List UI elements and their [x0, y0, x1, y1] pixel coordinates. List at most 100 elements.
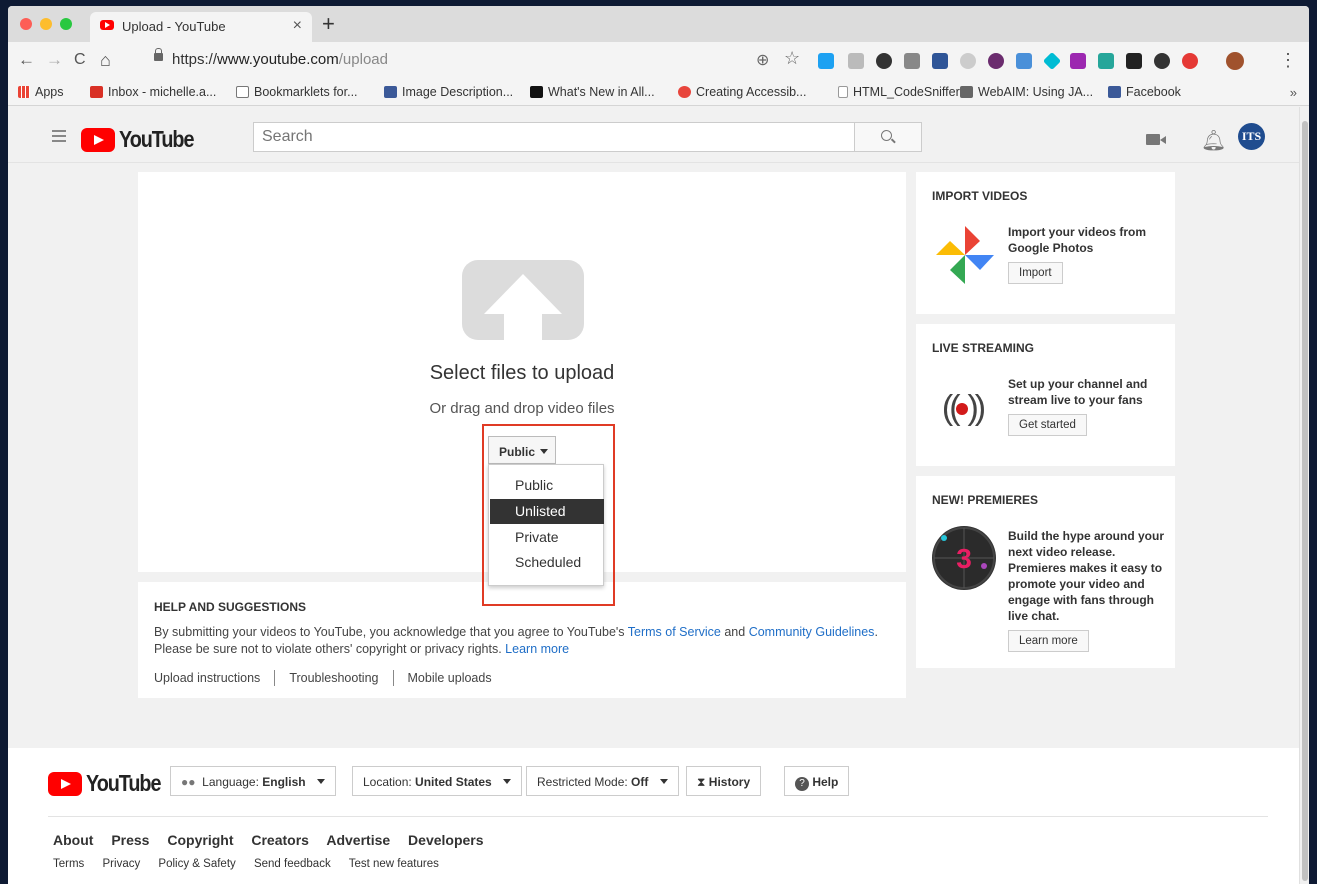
learn-more-button[interactable]: Learn more — [1008, 630, 1089, 652]
document-icon — [838, 86, 848, 98]
bookmark-item[interactable]: Facebook — [1108, 85, 1181, 99]
restricted-mode-button[interactable]: Restricted Mode: Off — [526, 766, 680, 796]
bookmark-item[interactable]: WebAIM: Using JA... — [960, 85, 1093, 99]
folder-icon — [236, 86, 249, 98]
browser-window: Upload - YouTube × + ← → C ⌂ https://www… — [8, 6, 1309, 884]
back-button[interactable]: ← — [18, 50, 35, 70]
caret-down-icon — [660, 779, 669, 784]
extension-red-circle-icon[interactable] — [1182, 53, 1198, 69]
send-feedback-link[interactable]: Send feedback — [254, 858, 331, 870]
bookmark-item[interactable]: Apps — [18, 85, 64, 99]
youtube-favicon-icon — [100, 20, 114, 30]
extension-h-icon[interactable] — [848, 53, 864, 69]
browser-menu-icon[interactable]: ⋮ — [1279, 50, 1297, 71]
extension-circle-icon[interactable] — [960, 53, 976, 69]
extension-screen-icon[interactable] — [904, 53, 920, 69]
test-new-features-link[interactable]: Test new features — [349, 858, 439, 870]
minimize-window-button[interactable] — [40, 18, 52, 30]
community-guidelines-link[interactable]: Community Guidelines — [749, 625, 875, 639]
import-button[interactable]: Import — [1008, 262, 1063, 284]
location-selector-button[interactable]: Location: United States — [352, 766, 523, 796]
premieres-card: NEW! PREMIERES 3 Build the hype around y… — [916, 476, 1175, 668]
troubleshooting-link[interactable]: Troubleshooting — [289, 671, 378, 685]
about-link[interactable]: About — [53, 832, 93, 848]
home-button[interactable]: ⌂ — [100, 50, 111, 70]
profile-avatar-icon[interactable] — [1226, 52, 1244, 70]
close-window-button[interactable] — [20, 18, 32, 30]
bookmark-item[interactable]: Image Description... — [384, 85, 513, 99]
bookmark-item[interactable]: Creating Accessib... — [678, 85, 806, 99]
search-field[interactable] — [253, 122, 855, 152]
learn-more-link[interactable]: Learn more — [505, 642, 569, 656]
svg-text:3: 3 — [956, 543, 972, 574]
language-selector-button[interactable]: ●● Language: English — [170, 766, 337, 796]
creators-link[interactable]: Creators — [251, 832, 309, 848]
import-videos-card: IMPORT VIDEOS Import your videos from Go… — [916, 172, 1175, 314]
policy-safety-link[interactable]: Policy & Safety — [158, 858, 235, 870]
copyright-link[interactable]: Copyright — [167, 832, 233, 848]
privacy-link[interactable]: Privacy — [103, 858, 141, 870]
bookmarks-overflow-icon[interactable]: » — [1290, 85, 1297, 100]
tab-close-icon[interactable]: × — [293, 17, 302, 35]
search-icon — [881, 130, 892, 141]
extension-dark-icon[interactable] — [1126, 53, 1142, 69]
scrollbar-thumb[interactable] — [1302, 121, 1308, 881]
press-link[interactable]: Press — [111, 832, 149, 848]
get-started-button[interactable]: Get started — [1008, 414, 1087, 436]
bookmark-item[interactable]: Inbox - michelle.a... — [90, 85, 216, 99]
search-button[interactable] — [854, 122, 922, 152]
search-input[interactable] — [254, 123, 854, 151]
address-bar[interactable]: https://www.youtube.com/upload ⊕ ☆ — [148, 47, 808, 73]
footer: YouTube ●● Language: English Location: U… — [8, 748, 1309, 884]
extension-w-icon[interactable] — [988, 53, 1004, 69]
image-description-icon — [384, 86, 397, 98]
upload-instructions-link[interactable]: Upload instructions — [154, 671, 260, 685]
developers-link[interactable]: Developers — [408, 832, 483, 848]
reload-button[interactable]: C — [74, 50, 86, 70]
facebook-icon — [1108, 86, 1121, 98]
account-avatar[interactable]: ITS — [1238, 123, 1265, 150]
youtube-play-icon — [48, 772, 82, 796]
extension-s-icon[interactable] — [818, 53, 834, 69]
youtube-play-icon — [81, 128, 115, 152]
blackboard-icon — [530, 86, 543, 98]
history-button[interactable]: ⧗ History — [686, 766, 762, 796]
advertise-link[interactable]: Advertise — [326, 832, 390, 848]
premiere-countdown-icon: 3 — [932, 526, 996, 590]
forward-button[interactable]: → — [46, 50, 63, 70]
zoom-icon[interactable]: ⊕ — [756, 50, 769, 70]
hourglass-icon: ⧗ — [697, 775, 706, 789]
bookmark-star-icon[interactable]: ☆ — [784, 48, 800, 69]
bookmark-item[interactable]: HTML_CodeSniffer — [838, 85, 960, 99]
help-links: Upload instructions Troubleshooting Mobile… — [154, 670, 492, 686]
extension-glasses-icon[interactable] — [876, 53, 892, 69]
premieres-title: NEW! PREMIERES — [932, 493, 1039, 507]
tab-strip: Upload - YouTube × + — [8, 6, 1309, 42]
new-tab-button[interactable]: + — [322, 12, 335, 36]
footer-divider — [48, 816, 1268, 817]
browser-tab-upload[interactable]: Upload - YouTube × — [90, 12, 312, 42]
extension-puzzle-icon[interactable] — [1070, 53, 1086, 69]
extension-blue-icon[interactable] — [932, 53, 948, 69]
extension-moon-icon[interactable] — [1154, 53, 1170, 69]
extension-diamond-icon[interactable] — [1042, 51, 1062, 71]
menu-icon[interactable] — [52, 130, 66, 145]
caret-down-icon — [317, 779, 326, 784]
create-video-icon[interactable] — [1146, 134, 1166, 145]
terms-link[interactable]: Terms — [53, 858, 84, 870]
bookmarks-bar: Apps Inbox - michelle.a... Bookmarklets … — [8, 80, 1309, 106]
live-streaming-title: LIVE STREAMING — [932, 341, 1035, 355]
page-scrollbar[interactable] — [1299, 107, 1309, 884]
extension-triangle-icon[interactable] — [1016, 53, 1032, 69]
mobile-uploads-link[interactable]: Mobile uploads — [408, 671, 492, 685]
extension-n-icon[interactable] — [1098, 53, 1114, 69]
terms-of-service-link[interactable]: Terms of Service — [628, 625, 721, 639]
upload-arrow-icon[interactable] — [462, 260, 584, 340]
notifications-bell-icon[interactable]: 🔔︎ — [1201, 128, 1226, 153]
premieres-text: Build the hype around your next video re… — [1008, 529, 1165, 623]
bookmark-item[interactable]: What's New in All... — [530, 85, 655, 99]
help-button[interactable]: ? Help — [784, 766, 850, 796]
maximize-window-button[interactable] — [60, 18, 72, 30]
bookmark-item[interactable]: Bookmarklets for... — [236, 85, 358, 99]
footer-secondary-links: Terms Privacy Policy & Safety Send feedb… — [53, 858, 454, 870]
